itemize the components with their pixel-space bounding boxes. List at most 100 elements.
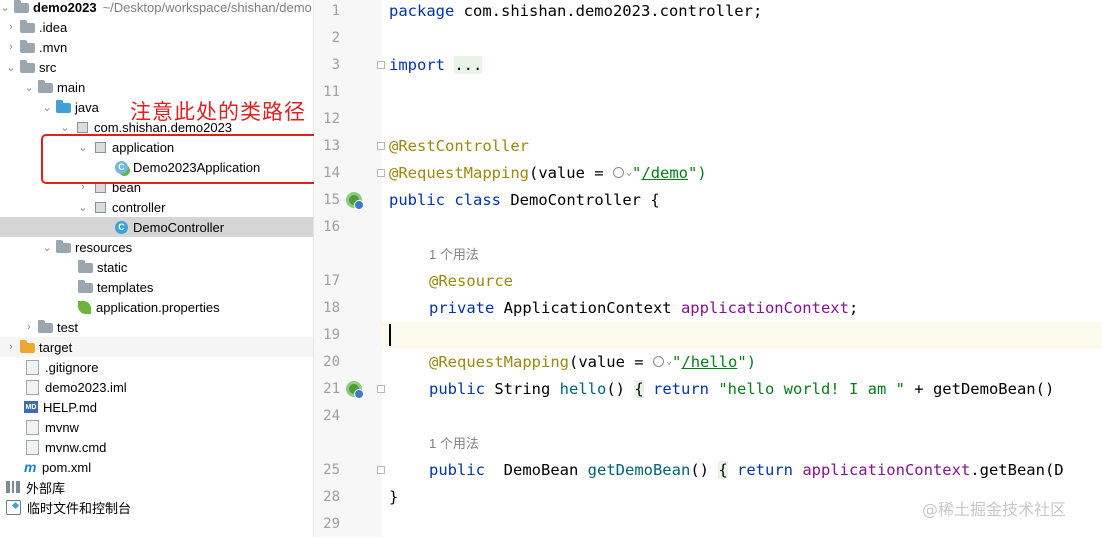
maven-icon: m	[24, 459, 37, 475]
usage-hint[interactable]: 1 个用法	[429, 430, 479, 457]
annotation-text: 注意此处的类路径	[130, 100, 306, 124]
tree-row-resources[interactable]: ⌄ resources	[0, 237, 313, 257]
script-file-icon	[26, 419, 39, 435]
code-line-18[interactable]: private ApplicationContext applicationCo…	[429, 295, 858, 322]
chevron-down-icon[interactable]: ⌄	[78, 197, 88, 217]
code-line-14[interactable]: @RequestMapping(value = ⌄"/demo")	[389, 160, 707, 187]
annotation: @RequestMapping	[389, 164, 529, 182]
tree-row-pom[interactable]: m pom.xml	[0, 457, 313, 477]
spring-endpoint-gutter-icon[interactable]	[346, 381, 364, 399]
folder-icon	[14, 0, 29, 13]
tree-row-controller[interactable]: ⌄ controller	[0, 197, 313, 217]
tree-row-src[interactable]: ⌄ src	[0, 57, 313, 77]
code-text: ()	[606, 380, 635, 398]
tree-item-label: mvnw.cmd	[45, 439, 107, 455]
tree-row-mvnw[interactable]: mvnw	[0, 417, 313, 437]
chevron-right-icon[interactable]: ›	[6, 337, 16, 357]
code-line-17[interactable]: @Resource	[429, 268, 513, 295]
tree-row-gitignore[interactable]: .gitignore	[0, 357, 313, 377]
folded-body[interactable]: {	[718, 461, 728, 479]
chevron-down-icon[interactable]: ⌄	[666, 356, 672, 367]
tree-row-help-md[interactable]: MD HELP.md	[0, 397, 313, 417]
line-number: 14	[323, 165, 340, 181]
line-number: 24	[323, 408, 340, 424]
folder-icon	[38, 80, 53, 93]
tree-row-main[interactable]: ⌄ main	[0, 77, 313, 97]
file-icon	[26, 359, 39, 375]
line-number: 19	[323, 327, 340, 343]
url-link[interactable]: /hello	[681, 353, 737, 371]
folded-imports[interactable]: ...	[454, 56, 483, 74]
fold-toggle-icon[interactable]	[377, 169, 385, 177]
code-line-3[interactable]: import ...	[389, 52, 483, 79]
folded-body[interactable]: {	[634, 380, 644, 398]
tree-item-label: test	[57, 319, 78, 335]
library-icon	[6, 481, 20, 493]
code-line-28[interactable]: }	[389, 484, 398, 511]
tree-item-label: demo2023.iml	[45, 379, 127, 395]
folder-icon	[78, 280, 93, 293]
tree-row-templates[interactable]: templates	[0, 277, 313, 297]
usage-hint[interactable]: 1 个用法	[429, 241, 479, 268]
tree-row-static[interactable]: static	[0, 257, 313, 277]
tree-row-target[interactable]: › target	[0, 337, 313, 357]
tree-row-mvnw-cmd[interactable]: mvnw.cmd	[0, 437, 313, 457]
tree-item-label: templates	[97, 279, 154, 295]
keyword: import	[389, 56, 445, 74]
annotation-box	[41, 134, 326, 184]
tree-row-application-properties[interactable]: application.properties	[0, 297, 313, 317]
tree-item-label: main	[57, 79, 86, 95]
tree-row-democontroller[interactable]: C DemoController	[0, 217, 313, 237]
chevron-down-icon[interactable]: ⌄	[24, 77, 34, 97]
tree-row-test[interactable]: › test	[0, 317, 313, 337]
tree-row-iml[interactable]: demo2023.iml	[0, 377, 313, 397]
tree-item-label: resources	[75, 239, 133, 255]
chevron-down-icon[interactable]: ⌄	[6, 57, 16, 77]
code-line-21[interactable]: public String hello() { return "hello wo…	[429, 376, 1054, 403]
field-name: applicationContext	[802, 461, 971, 479]
line-number: 13	[323, 138, 340, 154]
line-number: 21	[323, 381, 340, 397]
tree-item-label: 临时文件和控制台	[27, 500, 132, 516]
chevron-down-icon[interactable]: ⌄	[42, 237, 52, 257]
project-path: ~/Desktop/workspace/shishan/demo	[102, 0, 312, 15]
globe-icon[interactable]	[652, 356, 664, 367]
fold-toggle-icon[interactable]	[377, 466, 385, 474]
tree-row-external-libraries[interactable]: 外部库	[0, 477, 313, 497]
chevron-right-icon[interactable]: ›	[6, 17, 16, 37]
folder-icon	[20, 40, 35, 53]
url-link[interactable]: /demo	[641, 164, 688, 182]
code-line-15[interactable]: public class DemoController {	[389, 187, 660, 214]
scratches-icon	[6, 499, 21, 515]
tree-row-mvn[interactable]: › .mvn	[0, 37, 313, 57]
line-number: 1	[331, 3, 340, 19]
tree-item-label: application.properties	[96, 299, 220, 315]
code-line-13[interactable]: @RestController	[389, 133, 529, 160]
fold-toggle-icon[interactable]	[377, 61, 385, 69]
line-number: 16	[323, 219, 340, 235]
tree-row-project[interactable]: ⌄ demo2023 ~/Desktop/workspace/shishan/d…	[0, 0, 313, 17]
code-text: ;	[848, 299, 859, 317]
spring-bean-gutter-icon[interactable]	[346, 192, 364, 210]
chevron-right-icon[interactable]: ›	[24, 317, 34, 337]
fold-toggle-icon[interactable]	[377, 385, 385, 393]
globe-icon[interactable]	[612, 167, 624, 178]
keyword: return	[643, 380, 719, 398]
tree-row-idea[interactable]: › .idea	[0, 17, 313, 37]
code-line-1[interactable]: package com.shishan.demo2023.controller;	[389, 0, 762, 25]
chevron-down-icon[interactable]: ⌄	[0, 0, 10, 17]
excluded-folder-icon	[20, 340, 35, 353]
code-line-20[interactable]: @RequestMapping(value = ⌄"/hello")	[429, 349, 756, 376]
fold-toggle-icon[interactable]	[377, 142, 385, 150]
code-line-25[interactable]: public DemoBean getDemoBean() { return a…	[429, 457, 1064, 484]
annotation: @RequestMapping	[429, 353, 569, 371]
chevron-down-icon[interactable]: ⌄	[626, 167, 632, 178]
tree-item-label: controller	[112, 199, 166, 215]
tree-row-scratches[interactable]: 临时文件和控制台	[0, 497, 313, 517]
string-end: ")	[737, 353, 757, 371]
chevron-right-icon[interactable]: ›	[6, 37, 16, 57]
string-end: ")	[688, 164, 707, 182]
chevron-down-icon[interactable]: ⌄	[42, 97, 52, 117]
tree-item-label: mvnw	[45, 419, 79, 435]
class-icon: C	[115, 220, 128, 234]
